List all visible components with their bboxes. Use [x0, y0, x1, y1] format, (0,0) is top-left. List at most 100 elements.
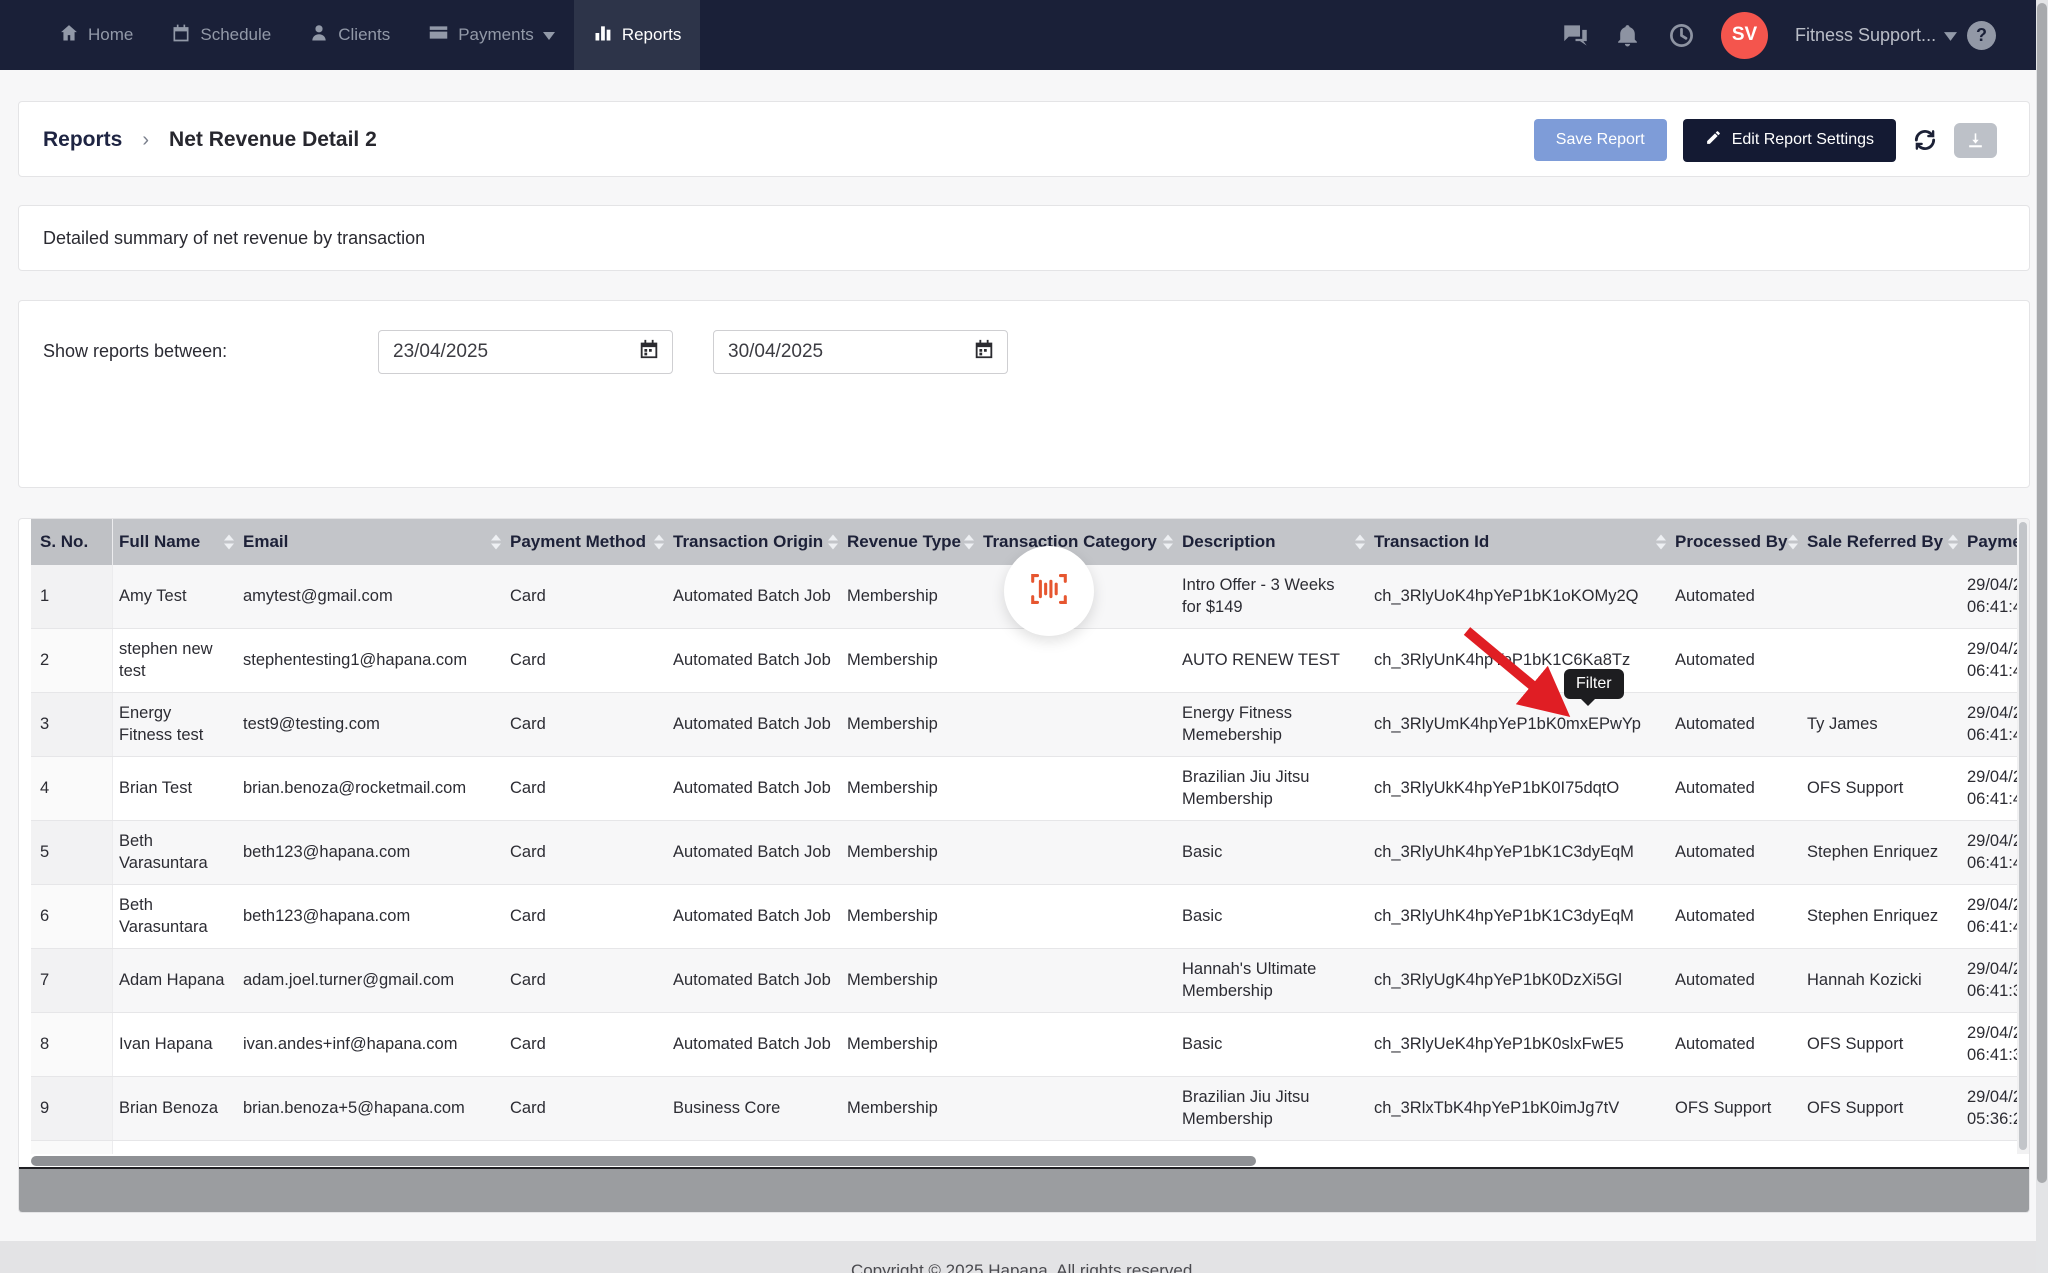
cell-processed-by: Automated — [1669, 757, 1801, 820]
nav-item-reports[interactable]: Reports — [574, 0, 701, 70]
cell-transaction-category — [977, 1077, 1176, 1140]
cell-full-name: Beth Varasuntara — [113, 821, 237, 884]
column-header-transaction-origin[interactable]: Transaction Origin — [667, 519, 841, 565]
cell-transaction-id: ch_3RlyUoK4hpYeP1bK1oKOMy2Q — [1368, 565, 1669, 628]
calendar-icon[interactable] — [638, 338, 660, 366]
payments-icon — [428, 22, 449, 48]
edit-report-settings-button[interactable]: Edit Report Settings — [1683, 119, 1896, 162]
column-header-payment-date[interactable]: Payment Date — [1961, 519, 2019, 565]
date-to-input[interactable]: 30/04/2025 — [713, 330, 1008, 374]
column-header-sale-referred-by[interactable]: Sale Referred By — [1801, 519, 1961, 565]
cell-sale-referred-by: OFS Support — [1801, 1141, 1961, 1154]
nav-item-payments[interactable]: Payments — [409, 0, 574, 70]
cell-payment-method: Card — [504, 1077, 667, 1140]
sort-icon[interactable] — [828, 535, 838, 550]
sort-icon[interactable] — [1355, 535, 1365, 550]
avatar[interactable]: SV — [1721, 12, 1768, 59]
sort-icon[interactable] — [491, 535, 501, 550]
cell-email: beth123@hapana.com — [237, 885, 504, 948]
column-header-processed-by[interactable]: Processed By — [1669, 519, 1801, 565]
column-header-transaction-id[interactable]: Transaction Id — [1368, 519, 1669, 565]
cell-transaction-category — [977, 693, 1176, 756]
cell-email: beth123@hapana.com — [237, 821, 504, 884]
sort-icon[interactable] — [964, 535, 974, 550]
breadcrumb-reports-link[interactable]: Reports — [43, 128, 122, 152]
nav-item-label: Schedule — [200, 25, 271, 45]
cell-sno: 5 — [31, 821, 113, 884]
sort-icon[interactable] — [654, 535, 664, 550]
refresh-icon[interactable] — [1912, 127, 1938, 153]
cell-transaction-id: ch_3RlyUmK4hpYeP1bK0mxEPwYp — [1368, 693, 1669, 756]
cell-email: brian.benoza+5@hapana.com — [237, 1077, 504, 1140]
cell-transaction-origin: Automated Batch Job — [667, 757, 841, 820]
cell-transaction-origin: Business Core — [667, 1077, 841, 1140]
table-row: 7Adam Hapanaadam.joel.turner@gmail.comCa… — [31, 949, 2019, 1013]
column-header-description[interactable]: Description — [1176, 519, 1368, 565]
cell-payment-date: 29/04/2025 06:41:45 — [1961, 693, 2019, 756]
download-button[interactable] — [1954, 123, 1997, 158]
help-icon[interactable]: ? — [1967, 21, 1996, 50]
sort-icon[interactable] — [224, 535, 234, 550]
date-range-label: Show reports between: — [43, 341, 227, 362]
cell-processed-by: Automated — [1669, 885, 1801, 948]
cell-email: amytest@gmail.com — [237, 565, 504, 628]
cell-transaction-category — [977, 885, 1176, 948]
cell-sno: 3 — [31, 693, 113, 756]
account-menu[interactable]: Fitness Support... — [1795, 25, 1940, 46]
column-header-payment-method[interactable]: Payment Method — [504, 519, 667, 565]
cell-processed-by: Automated — [1669, 565, 1801, 628]
page-scrollbar[interactable] — [2036, 0, 2048, 1273]
cell-transaction-category — [977, 629, 1176, 692]
cell-sale-referred-by: OFS Support — [1801, 1077, 1961, 1140]
cell-transaction-origin: Automated Batch Job — [667, 885, 841, 948]
cell-sale-referred-by: OFS Support — [1801, 757, 1961, 820]
sort-icon[interactable] — [1948, 535, 1958, 550]
cell-transaction-category — [977, 757, 1176, 820]
column-header-revenue-type[interactable]: Revenue Type — [841, 519, 977, 565]
sort-icon[interactable] — [1656, 535, 1666, 550]
cell-full-name: Amy Test — [113, 565, 237, 628]
table-vertical-scrollbar-thumb[interactable] — [2019, 522, 2027, 1150]
calendar-icon[interactable] — [973, 338, 995, 366]
nav-item-home[interactable]: Home — [40, 0, 152, 70]
cell-transaction-origin: Automated Batch Job — [667, 565, 841, 628]
cell-transaction-origin: Automated Batch Job — [667, 693, 841, 756]
page-scrollbar-thumb[interactable] — [2037, 3, 2047, 1183]
bell-icon[interactable] — [1615, 22, 1641, 48]
cell-processed-by: Automated — [1669, 693, 1801, 756]
table-horizontal-scrollbar-thumb[interactable] — [31, 1156, 1256, 1166]
cell-email: stephentesting1@hapana.com — [237, 629, 504, 692]
cell-transaction-id: ch_3RlyUkK4hpYeP1bK0I75dqtO — [1368, 757, 1669, 820]
nav-item-schedule[interactable]: Schedule — [152, 0, 290, 70]
cell-processed-by: OFS Support — [1669, 1077, 1801, 1140]
table-vertical-scrollbar[interactable] — [2017, 519, 2029, 1154]
cell-description: Intro Offer - 3 Weeks for $149 — [1176, 565, 1368, 628]
clock-icon[interactable] — [1668, 22, 1694, 48]
table-row: 5Beth Varasuntarabeth123@hapana.comCardA… — [31, 821, 2019, 885]
column-header-full-name[interactable]: Full Name — [113, 519, 237, 565]
cell-transaction-id: ch_3RlyUgK4hpYeP1bK0DzXi5Gl — [1368, 949, 1669, 1012]
cell-sno: 1 — [31, 565, 113, 628]
cell-payment-date: 29/04/2025 06:41:47 — [1961, 565, 2019, 628]
cell-revenue-type: Membership — [841, 1077, 977, 1140]
chat-icon[interactable] — [1562, 22, 1588, 48]
cell-description: Hannah's Ultimate Membership — [1176, 949, 1368, 1012]
nav-right: SV Fitness Support... ? — [1562, 0, 1996, 70]
nav-item-label: Clients — [338, 25, 390, 45]
cell-sno: 7 — [31, 949, 113, 1012]
cell-payment-date: 29/04/2025 06:41:40 — [1961, 885, 2019, 948]
cell-full-name: Brian Benoza — [113, 1077, 237, 1140]
breadcrumb-separator: › — [142, 129, 149, 152]
sort-icon[interactable] — [1788, 535, 1798, 550]
save-report-button[interactable]: Save Report — [1534, 119, 1667, 161]
sort-icon[interactable] — [1163, 535, 1173, 550]
cell-full-name: Brian Test — [113, 757, 237, 820]
pencil-icon — [1705, 129, 1722, 151]
cell-description: Brazilian Jiu Jitsu Membership — [1176, 757, 1368, 820]
nav-item-clients[interactable]: Clients — [290, 0, 409, 70]
column-header-email[interactable]: Email — [237, 519, 504, 565]
table-horizontal-scrollbar-track[interactable] — [19, 1169, 2030, 1213]
date-from-input[interactable]: 23/04/2025 — [378, 330, 673, 374]
breadcrumb: Reports › Net Revenue Detail 2 — [43, 102, 377, 178]
column-header-sno[interactable]: S. No. — [31, 519, 113, 565]
